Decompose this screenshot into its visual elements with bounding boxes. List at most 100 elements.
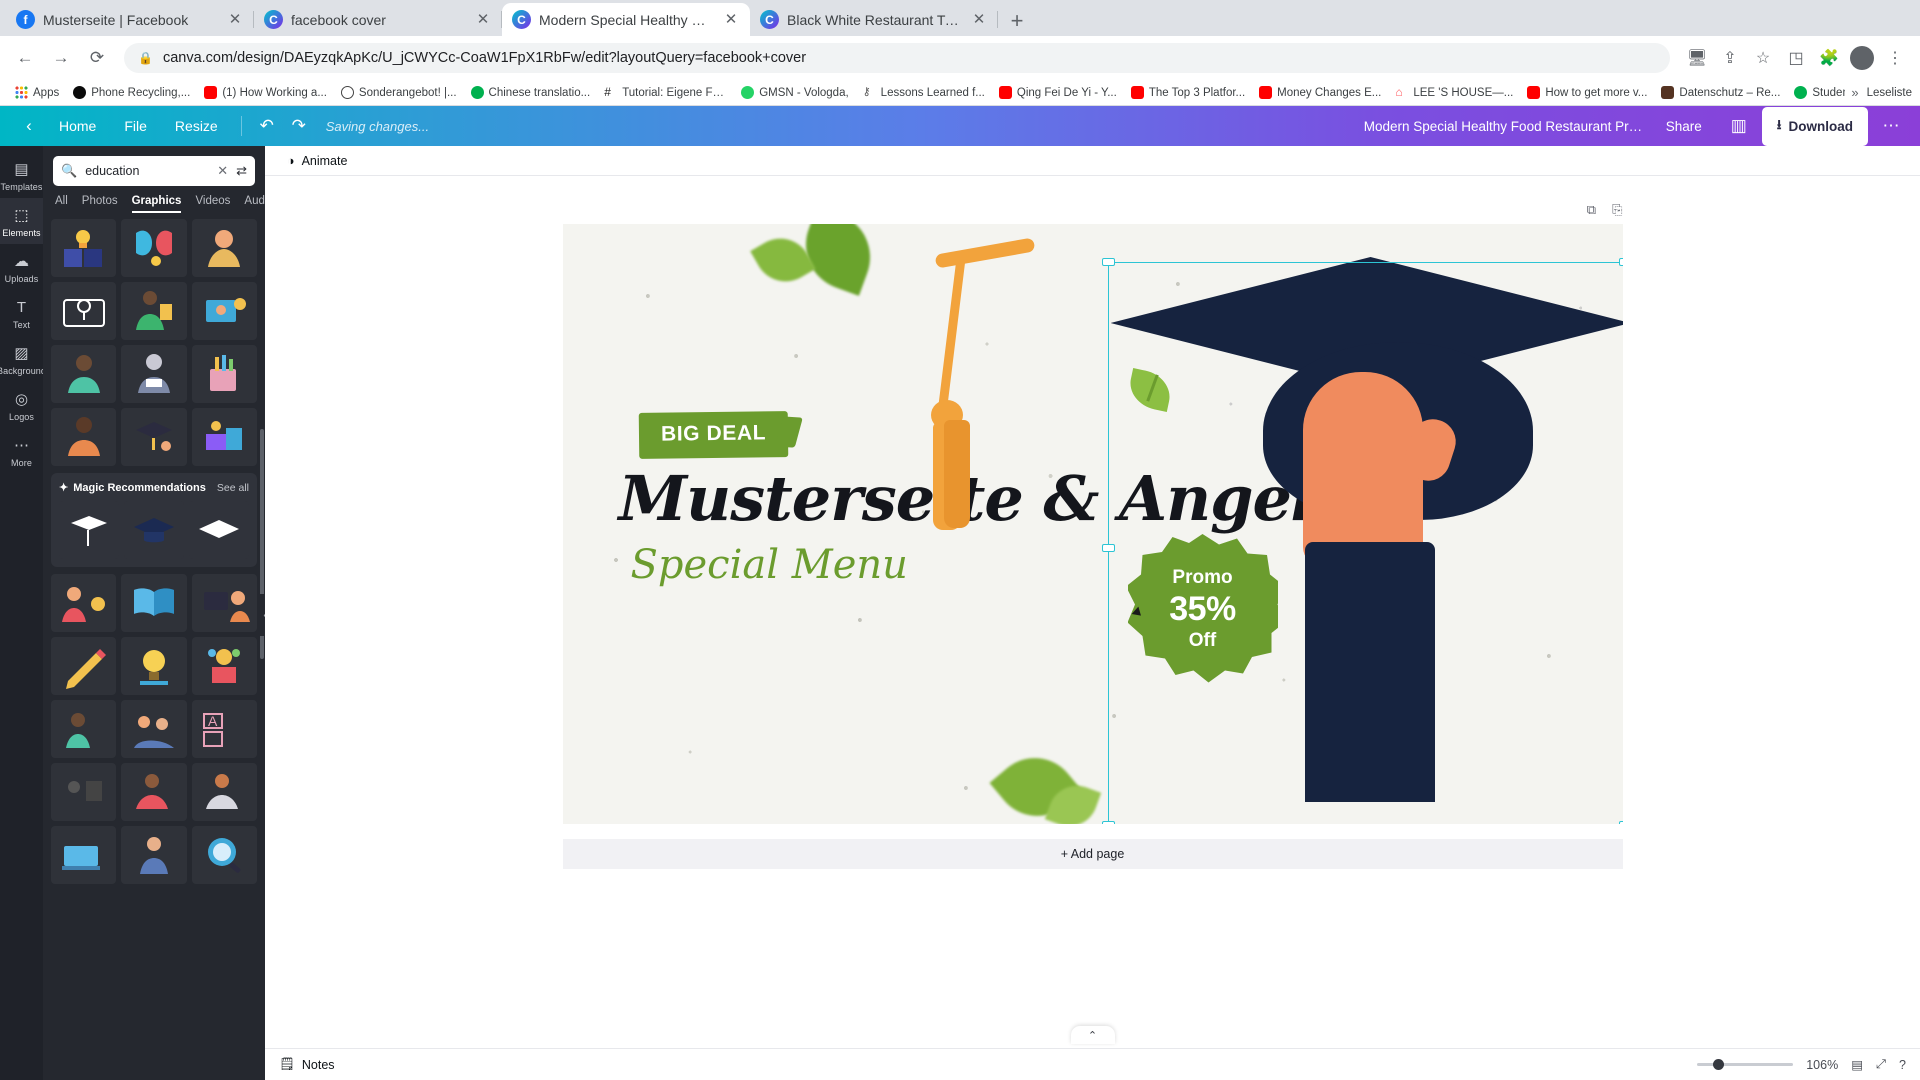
- rail-item-templates[interactable]: ▤ Templates: [0, 152, 43, 198]
- tab-graphics[interactable]: Graphics: [131, 195, 182, 213]
- zoom-slider-knob[interactable]: [1713, 1059, 1725, 1070]
- search-input[interactable]: 🔍 education ✕ ⇄: [53, 156, 255, 186]
- add-page-icon[interactable]: ⎘: [1612, 202, 1622, 218]
- browser-tab-active[interactable]: C Modern Special Healthy Food ✕: [502, 3, 750, 36]
- rail-item-background[interactable]: ▨ Background: [0, 336, 46, 382]
- graphic-result[interactable]: [121, 408, 187, 466]
- graphic-result[interactable]: [121, 219, 187, 277]
- bookmark-item[interactable]: Chinese translatio...: [464, 84, 598, 101]
- graphic-result[interactable]: [51, 282, 117, 340]
- browser-tab[interactable]: f Musterseite | Facebook ✕: [6, 3, 254, 36]
- chevron-up-icon[interactable]: ⌃: [1070, 1026, 1115, 1044]
- graphic-result[interactable]: [121, 763, 187, 821]
- rail-item-more[interactable]: ⋯ More: [0, 428, 43, 474]
- reload-icon[interactable]: ⟳: [82, 43, 112, 73]
- chevron-left-icon[interactable]: ‹: [14, 111, 44, 141]
- reading-list-label[interactable]: Leseliste: [1867, 87, 1912, 99]
- add-page-button[interactable]: + Add page: [562, 839, 1623, 869]
- zoom-slider[interactable]: [1697, 1059, 1794, 1070]
- back-arrow-icon[interactable]: ←: [10, 43, 40, 73]
- tab-all[interactable]: All: [55, 195, 68, 213]
- subheadline-text[interactable]: Special Menu: [631, 542, 908, 588]
- graphic-result[interactable]: [191, 637, 257, 695]
- browser-tab[interactable]: C Black White Restaurant Typogr ✕: [750, 3, 998, 36]
- close-icon[interactable]: ✕: [970, 11, 988, 29]
- bookmark-item[interactable]: Money Changes E...: [1252, 84, 1388, 101]
- graphic-result[interactable]: [121, 574, 187, 632]
- graphic-result[interactable]: [51, 345, 117, 403]
- graphic-result[interactable]: [51, 408, 117, 466]
- extension-icon[interactable]: ◳: [1781, 43, 1811, 73]
- cast-icon[interactable]: 🖥: [1682, 43, 1712, 73]
- notes-button[interactable]: 🗒 Notes: [279, 1057, 335, 1072]
- graphic-result[interactable]: [121, 700, 187, 758]
- file-button[interactable]: File: [111, 113, 160, 139]
- close-icon[interactable]: ✕: [722, 11, 740, 29]
- duplicate-page-icon[interactable]: ⧉: [1587, 202, 1596, 218]
- address-bar[interactable]: 🔒 canva.com/design/DAEyzqkApKc/U_jCWYCc-…: [124, 43, 1670, 73]
- graphic-result[interactable]: [121, 826, 187, 884]
- graphic-result[interactable]: [191, 282, 257, 340]
- selection-handle-left[interactable]: [1101, 543, 1115, 552]
- graphic-result[interactable]: [189, 501, 249, 559]
- help-icon[interactable]: ?: [1899, 1058, 1906, 1072]
- graphic-result[interactable]: [121, 345, 187, 403]
- animate-button[interactable]: ◑ Animate: [279, 150, 355, 172]
- graphic-result[interactable]: A: [191, 700, 257, 758]
- graphic-result[interactable]: [51, 574, 117, 632]
- more-horizontal-icon[interactable]: ⋯: [1876, 111, 1906, 141]
- bookmark-item[interactable]: Qing Fei De Yi - Y...: [992, 84, 1124, 101]
- home-button[interactable]: Home: [46, 113, 109, 139]
- browser-tab[interactable]: C facebook cover ✕: [254, 3, 502, 36]
- graphic-result[interactable]: [191, 408, 257, 466]
- graphic-result[interactable]: [121, 637, 187, 695]
- graphic-result[interactable]: [51, 219, 117, 277]
- rail-item-logos[interactable]: ◎ Logos: [0, 382, 43, 428]
- graphic-result[interactable]: [59, 501, 119, 559]
- graphic-result[interactable]: [191, 345, 257, 403]
- new-tab-button[interactable]: +: [1002, 6, 1032, 36]
- graphic-result[interactable]: [51, 826, 117, 884]
- graphic-result[interactable]: [51, 763, 117, 821]
- close-icon[interactable]: ✕: [226, 11, 244, 29]
- selection-handle[interactable]: [1618, 258, 1623, 266]
- selection-handle[interactable]: [1618, 821, 1623, 824]
- big-deal-badge[interactable]: BIG DEAL: [638, 411, 788, 459]
- more-menu-icon[interactable]: ⋮: [1880, 43, 1910, 73]
- bookmark-item[interactable]: ⚷ Lessons Learned f...: [856, 84, 992, 101]
- bookmark-item[interactable]: The Top 3 Platfor...: [1124, 84, 1252, 101]
- rail-item-elements[interactable]: ⬚ Elements: [0, 198, 43, 244]
- fullscreen-icon[interactable]: ⤢: [1876, 1057, 1886, 1072]
- bookmark-apps[interactable]: Apps: [8, 84, 66, 101]
- forward-arrow-icon[interactable]: →: [46, 43, 76, 73]
- filter-icon[interactable]: ⇄: [236, 163, 247, 179]
- bookmark-item[interactable]: Sonderangebot! |...: [334, 84, 464, 101]
- document-title[interactable]: Modern Special Healthy Food Restaurant P…: [1364, 119, 1644, 134]
- bookmark-item[interactable]: (1) How Working a...: [197, 84, 334, 101]
- puzzle-icon[interactable]: 🧩: [1814, 43, 1844, 73]
- close-icon[interactable]: ✕: [474, 11, 492, 29]
- share-button[interactable]: Share: [1652, 112, 1716, 141]
- bookmark-item[interactable]: GMSN - Vologda,: [734, 84, 855, 101]
- selection-handle[interactable]: [1101, 821, 1115, 824]
- share-icon[interactable]: ⇪: [1715, 43, 1745, 73]
- tab-photos[interactable]: Photos: [82, 195, 118, 213]
- bookmark-item[interactable]: Phone Recycling,...: [66, 84, 197, 101]
- graphic-result[interactable]: [51, 637, 117, 695]
- bar-chart-icon[interactable]: ▥: [1724, 111, 1754, 141]
- graphic-result[interactable]: [191, 574, 257, 632]
- profile-avatar-icon[interactable]: [1847, 43, 1877, 73]
- tab-videos[interactable]: Videos: [195, 195, 230, 213]
- bookmark-item[interactable]: # Tutorial: Eigene Fa...: [597, 84, 734, 101]
- bookmark-item[interactable]: How to get more v...: [1520, 84, 1654, 101]
- graphic-result[interactable]: [124, 501, 184, 559]
- rail-item-uploads[interactable]: ☁ Uploads: [0, 244, 43, 290]
- selection-handle[interactable]: [1101, 258, 1115, 266]
- bookmark-item[interactable]: Datenschutz – Re...: [1654, 84, 1787, 101]
- graphic-result[interactable]: [121, 282, 187, 340]
- undo-icon[interactable]: ↶: [252, 111, 282, 141]
- search-results[interactable]: ✦ Magic Recommendations See all A: [43, 219, 265, 1080]
- star-icon[interactable]: ☆: [1748, 43, 1778, 73]
- graphic-result[interactable]: [191, 763, 257, 821]
- graphic-result[interactable]: [191, 826, 257, 884]
